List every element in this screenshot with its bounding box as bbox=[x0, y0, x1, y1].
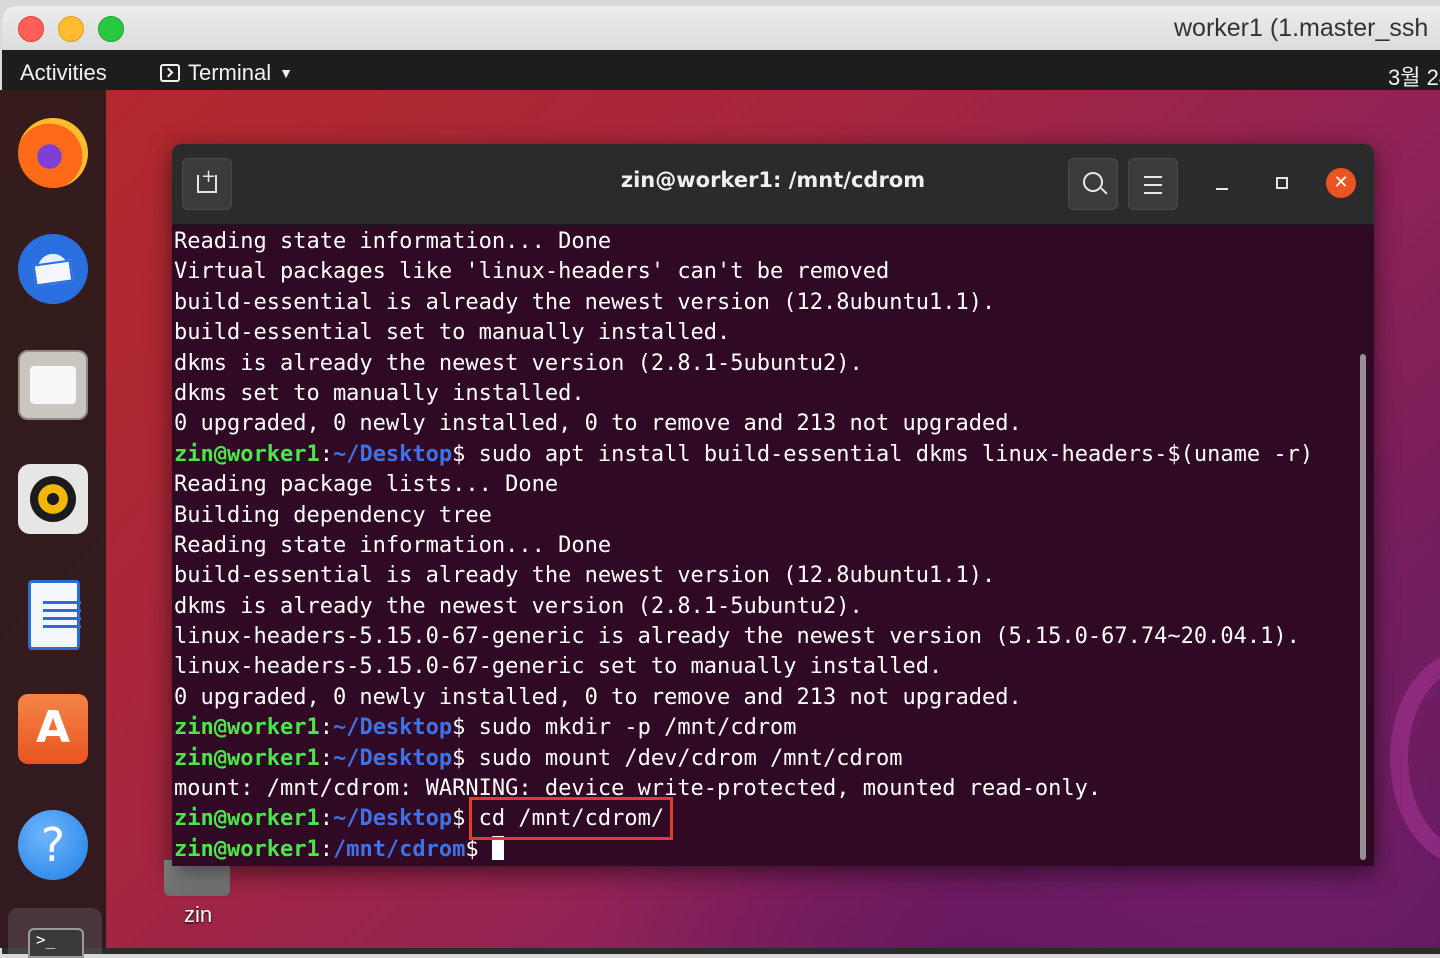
prompt-path: ~/Desktop bbox=[332, 745, 453, 771]
hamburger-menu-button[interactable] bbox=[1128, 158, 1178, 210]
output-line: linux-headers-5.15.0-67-generic is alrea… bbox=[174, 624, 1300, 650]
prompt-path: ~/Desktop bbox=[332, 441, 453, 467]
rhythmbox-icon[interactable] bbox=[18, 464, 88, 534]
prompt-dollar: $ bbox=[452, 806, 466, 832]
thunderbird-icon[interactable] bbox=[18, 234, 88, 304]
output-line: Reading state information... Done bbox=[174, 532, 612, 558]
search-button[interactable] bbox=[1068, 158, 1118, 210]
new-tab-icon bbox=[197, 166, 217, 193]
prompt-path: ~/Desktop bbox=[332, 806, 453, 832]
prompt-colon: : bbox=[319, 441, 333, 467]
command-text: sudo mkdir -p /mnt/cdrom bbox=[465, 715, 797, 741]
prompt-user: zin@worker1 bbox=[174, 441, 320, 467]
prompt-dollar: $ bbox=[452, 715, 466, 741]
prompt-dollar: $ bbox=[452, 441, 466, 467]
prompt-path: ~/Desktop bbox=[332, 715, 453, 741]
output-line: dkms set to manually installed. bbox=[174, 380, 585, 406]
ubuntu-software-icon[interactable]: A bbox=[18, 694, 88, 764]
search-icon bbox=[1083, 172, 1103, 192]
prompt-colon: : bbox=[319, 836, 333, 862]
terminal-headerbar: zin@worker1: /mnt/cdrom ✕ bbox=[172, 144, 1374, 225]
prompt-dollar: $ bbox=[465, 836, 479, 862]
vm-window-title: worker1 (1.master_ssh bbox=[1174, 14, 1429, 42]
new-tab-button[interactable] bbox=[182, 158, 232, 210]
close-button[interactable]: ✕ bbox=[1326, 168, 1356, 198]
command-text bbox=[479, 837, 492, 862]
terminal-window[interactable]: zin@worker1: /mnt/cdrom ✕ Reading state … bbox=[172, 144, 1374, 866]
activities-button[interactable]: Activities bbox=[20, 60, 107, 86]
home-folder-label[interactable]: zin bbox=[168, 902, 228, 928]
command-text: sudo mount /dev/cdrom /mnt/cdrom bbox=[465, 745, 903, 771]
output-line: Virtual packages like 'linux-headers' ca… bbox=[174, 259, 890, 285]
output-line: dkms is already the newest version (2.8.… bbox=[174, 350, 863, 376]
libreoffice-writer-icon[interactable] bbox=[28, 580, 81, 650]
clock[interactable]: 3월 24 bbox=[1388, 60, 1440, 92]
prompt-user: zin@worker1 bbox=[174, 806, 320, 832]
terminal-output[interactable]: Reading state information... Done Virtual… bbox=[174, 227, 1354, 863]
output-line: build-essential is already the newest ve… bbox=[174, 289, 996, 315]
vm-close-button[interactable] bbox=[18, 16, 44, 42]
app-menu-label: Terminal bbox=[188, 60, 272, 85]
store-glyph: A bbox=[35, 702, 71, 753]
prompt-line: zin@worker1:~/Desktop$ sudo mount /dev/c… bbox=[174, 744, 1354, 774]
prompt-dollar: $ bbox=[452, 745, 466, 771]
prompt-line: zin@worker1:~/Desktop$ sudo apt install … bbox=[174, 440, 1354, 470]
help-glyph: ? bbox=[40, 818, 66, 872]
vm-minimize-button[interactable] bbox=[58, 16, 84, 42]
prompt-colon: : bbox=[319, 806, 333, 832]
maximize-button[interactable] bbox=[1276, 177, 1288, 189]
prompt-user: zin@worker1 bbox=[174, 715, 320, 741]
prompt-user: zin@worker1 bbox=[174, 836, 320, 862]
prompt-user: zin@worker1 bbox=[174, 745, 320, 771]
highlight-box bbox=[469, 797, 673, 840]
prompt-path: /mnt/cdrom bbox=[332, 836, 466, 862]
help-icon[interactable]: ? bbox=[18, 810, 88, 880]
prompt-colon: : bbox=[319, 715, 333, 741]
app-menu-terminal[interactable]: Terminal ▼ bbox=[160, 60, 293, 86]
wallpaper-shape bbox=[1390, 650, 1440, 866]
firefox-icon[interactable] bbox=[18, 118, 88, 188]
output-line: Reading package lists... Done bbox=[174, 472, 559, 498]
output-line: 0 upgraded, 0 newly installed, 0 to remo… bbox=[174, 411, 1022, 437]
dock: A ? bbox=[0, 90, 106, 948]
prompt-line: zin@worker1:/mnt/cdrom$ bbox=[174, 835, 1354, 865]
minimize-button[interactable] bbox=[1216, 188, 1228, 190]
hamburger-icon bbox=[1144, 176, 1162, 194]
output-line: Building dependency tree bbox=[174, 502, 492, 528]
output-line: Reading state information... Done bbox=[174, 229, 612, 254]
output-line: 0 upgraded, 0 newly installed, 0 to remo… bbox=[174, 684, 1022, 710]
dropdown-arrow-icon: ▼ bbox=[279, 65, 293, 81]
scrollbar[interactable] bbox=[1360, 354, 1366, 860]
dock-terminal-item[interactable]: >_ bbox=[8, 908, 102, 958]
close-icon: ✕ bbox=[1333, 172, 1349, 193]
prompt-colon: : bbox=[319, 745, 333, 771]
prompt-line: zin@worker1:~/Desktop$ cd /mnt/cdrom/ bbox=[174, 804, 1354, 834]
vm-titlebar: worker1 (1.master_ssh bbox=[2, 6, 1440, 51]
output-line: build-essential set to manually installe… bbox=[174, 320, 731, 346]
command-text: sudo apt install build-essential dkms li… bbox=[465, 441, 1314, 467]
output-line: dkms is already the newest version (2.8.… bbox=[174, 593, 863, 619]
vm-zoom-button[interactable] bbox=[98, 16, 124, 42]
prompt-line: zin@worker1:~/Desktop$ sudo mkdir -p /mn… bbox=[174, 713, 1354, 743]
terminal-title: zin@worker1: /mnt/cdrom bbox=[620, 168, 926, 192]
terminal-icon bbox=[160, 64, 180, 82]
output-line: linux-headers-5.15.0-67-generic set to m… bbox=[174, 654, 943, 680]
output-line: build-essential is already the newest ve… bbox=[174, 563, 996, 589]
output-line: mount: /mnt/cdrom: WARNING: device write… bbox=[174, 776, 1102, 802]
files-icon[interactable] bbox=[18, 350, 88, 420]
